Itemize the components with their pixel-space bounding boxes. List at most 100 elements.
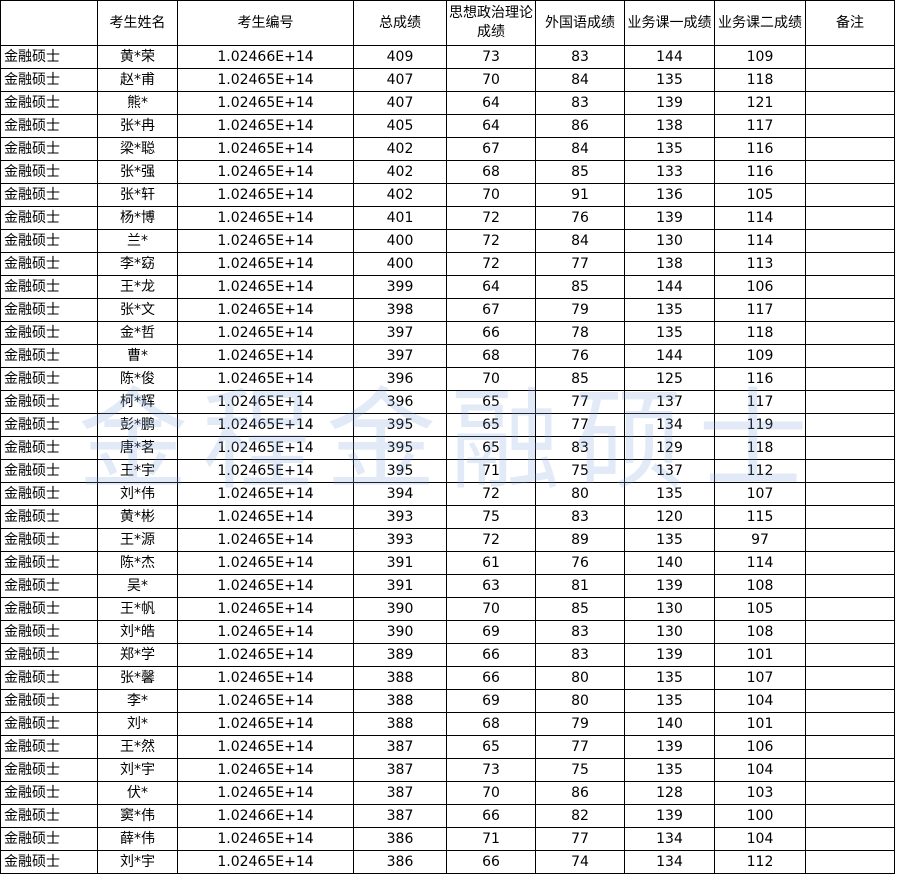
cell-total-score[interactable]: 395 bbox=[353, 436, 447, 460]
cell-politics-score[interactable]: 72 bbox=[446, 482, 536, 506]
cell-politics-score[interactable]: 69 bbox=[446, 689, 536, 713]
cell-candidate-name[interactable]: 刘* bbox=[97, 712, 178, 736]
cell-program[interactable]: 金融硕士 bbox=[0, 850, 98, 874]
cell-politics-score[interactable]: 61 bbox=[446, 551, 536, 575]
cell-remarks[interactable] bbox=[805, 436, 895, 460]
cell-total-score[interactable]: 395 bbox=[353, 413, 447, 437]
cell-total-score[interactable]: 387 bbox=[353, 781, 447, 805]
cell-total-score[interactable]: 397 bbox=[353, 321, 447, 345]
cell-candidate-id[interactable]: 1.02465E+14 bbox=[177, 758, 354, 782]
cell-candidate-name[interactable]: 刘*宇 bbox=[97, 850, 178, 874]
cell-candidate-id[interactable]: 1.02465E+14 bbox=[177, 229, 354, 253]
cell-course-two-score[interactable]: 105 bbox=[714, 183, 806, 207]
cell-remarks[interactable] bbox=[805, 114, 895, 138]
cell-course-two-score[interactable]: 106 bbox=[714, 735, 806, 759]
cell-foreign-language-score[interactable]: 79 bbox=[535, 712, 625, 736]
header-politics-score[interactable]: 思想政治理论成绩 bbox=[446, 0, 536, 46]
cell-remarks[interactable] bbox=[805, 551, 895, 575]
cell-politics-score[interactable]: 65 bbox=[446, 436, 536, 460]
cell-candidate-id[interactable]: 1.02465E+14 bbox=[177, 298, 354, 322]
cell-candidate-id[interactable]: 1.02465E+14 bbox=[177, 597, 354, 621]
cell-foreign-language-score[interactable]: 80 bbox=[535, 482, 625, 506]
header-foreign-language-score[interactable]: 外国语成绩 bbox=[535, 0, 625, 46]
cell-course-one-score[interactable]: 139 bbox=[624, 735, 715, 759]
cell-candidate-name[interactable]: 张*冉 bbox=[97, 114, 178, 138]
cell-course-two-score[interactable]: 104 bbox=[714, 827, 806, 851]
cell-remarks[interactable] bbox=[805, 781, 895, 805]
cell-total-score[interactable]: 396 bbox=[353, 367, 447, 391]
cell-remarks[interactable] bbox=[805, 712, 895, 736]
cell-program[interactable]: 金融硕士 bbox=[0, 574, 98, 598]
cell-candidate-id[interactable]: 1.02465E+14 bbox=[177, 91, 354, 115]
cell-total-score[interactable]: 405 bbox=[353, 114, 447, 138]
cell-foreign-language-score[interactable]: 83 bbox=[535, 643, 625, 667]
cell-candidate-name[interactable]: 郑*学 bbox=[97, 643, 178, 667]
cell-politics-score[interactable]: 66 bbox=[446, 804, 536, 828]
cell-foreign-language-score[interactable]: 84 bbox=[535, 68, 625, 92]
cell-foreign-language-score[interactable]: 84 bbox=[535, 137, 625, 161]
cell-course-two-score[interactable]: 115 bbox=[714, 505, 806, 529]
cell-program[interactable]: 金融硕士 bbox=[0, 666, 98, 690]
cell-politics-score[interactable]: 68 bbox=[446, 712, 536, 736]
cell-course-two-score[interactable]: 107 bbox=[714, 482, 806, 506]
cell-foreign-language-score[interactable]: 86 bbox=[535, 781, 625, 805]
cell-politics-score[interactable]: 63 bbox=[446, 574, 536, 598]
cell-program[interactable]: 金融硕士 bbox=[0, 137, 98, 161]
cell-course-two-score[interactable]: 114 bbox=[714, 206, 806, 230]
cell-remarks[interactable] bbox=[805, 137, 895, 161]
cell-course-two-score[interactable]: 103 bbox=[714, 781, 806, 805]
cell-politics-score[interactable]: 70 bbox=[446, 597, 536, 621]
cell-foreign-language-score[interactable]: 83 bbox=[535, 620, 625, 644]
cell-candidate-id[interactable]: 1.02465E+14 bbox=[177, 620, 354, 644]
header-total-score[interactable]: 总成绩 bbox=[353, 0, 447, 46]
cell-course-one-score[interactable]: 135 bbox=[624, 689, 715, 713]
cell-candidate-name[interactable]: 柯*辉 bbox=[97, 390, 178, 414]
cell-foreign-language-score[interactable]: 76 bbox=[535, 551, 625, 575]
cell-foreign-language-score[interactable]: 77 bbox=[535, 252, 625, 276]
cell-course-one-score[interactable]: 130 bbox=[624, 620, 715, 644]
cell-foreign-language-score[interactable]: 91 bbox=[535, 183, 625, 207]
cell-politics-score[interactable]: 70 bbox=[446, 367, 536, 391]
cell-foreign-language-score[interactable]: 76 bbox=[535, 344, 625, 368]
cell-candidate-name[interactable]: 李*窈 bbox=[97, 252, 178, 276]
cell-course-two-score[interactable]: 105 bbox=[714, 597, 806, 621]
cell-program[interactable]: 金融硕士 bbox=[0, 390, 98, 414]
cell-remarks[interactable] bbox=[805, 160, 895, 184]
cell-candidate-name[interactable]: 张*强 bbox=[97, 160, 178, 184]
cell-foreign-language-score[interactable]: 85 bbox=[535, 160, 625, 184]
cell-course-two-score[interactable]: 118 bbox=[714, 436, 806, 460]
cell-course-two-score[interactable]: 109 bbox=[714, 344, 806, 368]
header-course-two-score[interactable]: 业务课二成绩 bbox=[714, 0, 806, 46]
header-remarks[interactable]: 备注 bbox=[805, 0, 895, 46]
cell-total-score[interactable]: 400 bbox=[353, 252, 447, 276]
cell-program[interactable]: 金融硕士 bbox=[0, 620, 98, 644]
cell-remarks[interactable] bbox=[805, 459, 895, 483]
cell-course-one-score[interactable]: 135 bbox=[624, 482, 715, 506]
cell-foreign-language-score[interactable]: 83 bbox=[535, 436, 625, 460]
header-candidate-name[interactable]: 考生姓名 bbox=[97, 0, 178, 46]
cell-course-one-score[interactable]: 130 bbox=[624, 229, 715, 253]
cell-total-score[interactable]: 407 bbox=[353, 68, 447, 92]
cell-course-two-score[interactable]: 114 bbox=[714, 229, 806, 253]
cell-candidate-name[interactable]: 王*源 bbox=[97, 528, 178, 552]
cell-course-one-score[interactable]: 134 bbox=[624, 413, 715, 437]
cell-politics-score[interactable]: 66 bbox=[446, 321, 536, 345]
cell-candidate-name[interactable]: 张*轩 bbox=[97, 183, 178, 207]
cell-total-score[interactable]: 394 bbox=[353, 482, 447, 506]
cell-total-score[interactable]: 393 bbox=[353, 505, 447, 529]
cell-candidate-id[interactable]: 1.02465E+14 bbox=[177, 643, 354, 667]
cell-program[interactable]: 金融硕士 bbox=[0, 413, 98, 437]
cell-foreign-language-score[interactable]: 77 bbox=[535, 827, 625, 851]
cell-remarks[interactable] bbox=[805, 758, 895, 782]
cell-total-score[interactable]: 402 bbox=[353, 137, 447, 161]
cell-remarks[interactable] bbox=[805, 528, 895, 552]
cell-candidate-name[interactable]: 梁*聪 bbox=[97, 137, 178, 161]
cell-total-score[interactable]: 397 bbox=[353, 344, 447, 368]
cell-candidate-name[interactable]: 金*哲 bbox=[97, 321, 178, 345]
cell-course-two-score[interactable]: 97 bbox=[714, 528, 806, 552]
cell-program[interactable]: 金融硕士 bbox=[0, 528, 98, 552]
cell-candidate-id[interactable]: 1.02465E+14 bbox=[177, 459, 354, 483]
cell-course-one-score[interactable]: 125 bbox=[624, 367, 715, 391]
cell-total-score[interactable]: 396 bbox=[353, 390, 447, 414]
cell-candidate-id[interactable]: 1.02465E+14 bbox=[177, 482, 354, 506]
